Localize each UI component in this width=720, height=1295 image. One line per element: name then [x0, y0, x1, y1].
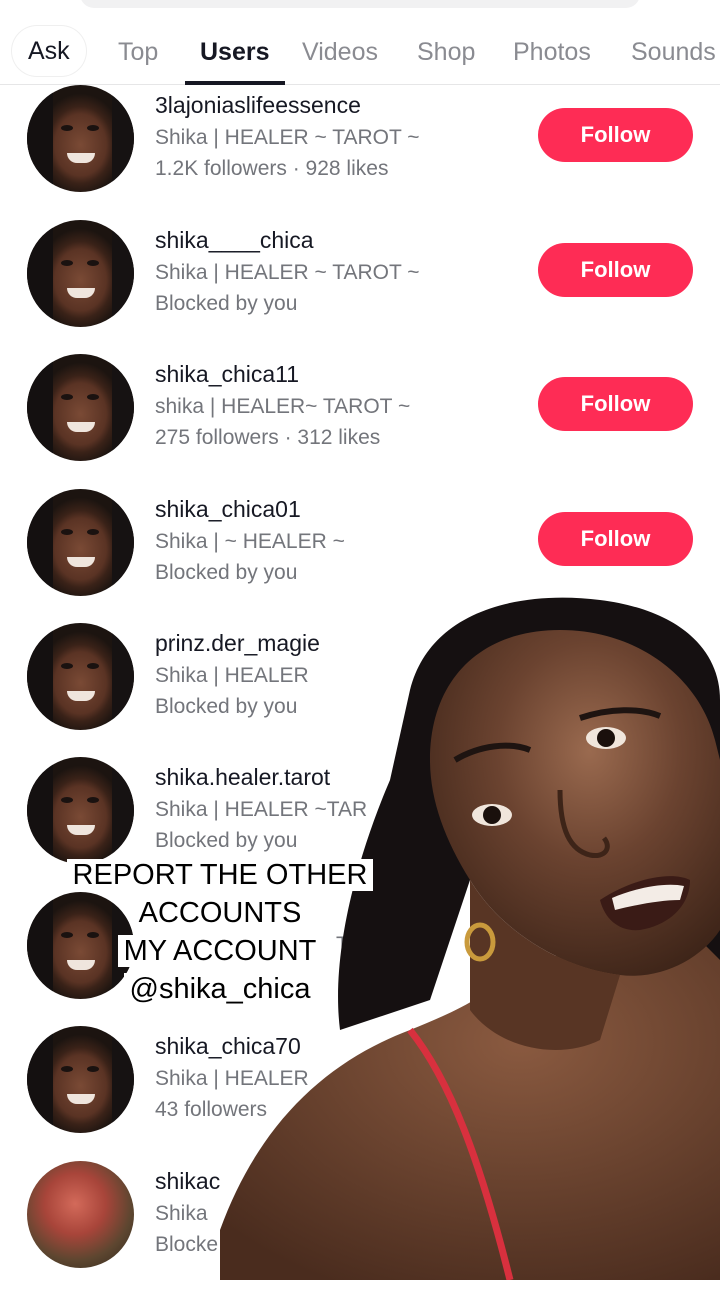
avatar[interactable] [27, 220, 134, 327]
user-bio: Shika | HEALER ~ TAROT ~ [155, 261, 420, 284]
tab-ask[interactable]: Ask [12, 26, 86, 76]
user-bio: Shika | HEALER [155, 1067, 309, 1090]
username: shika_chica70 [155, 1033, 301, 1059]
follow-button[interactable]: Follow [538, 108, 693, 162]
user-row[interactable]: prinz.der_magie Shika | HEALER Blocked b… [0, 623, 720, 757]
caption-line: ACCOUNTS [0, 894, 440, 932]
user-stats: Blocked by you [155, 292, 298, 315]
user-row[interactable]: 3lajonias​lifeessence Shika | HEALER ~ T… [0, 85, 720, 219]
follow-button[interactable]: Follow [538, 243, 693, 297]
tab-videos[interactable]: Videos [302, 20, 378, 84]
tab-sounds[interactable]: Sounds [631, 20, 716, 84]
user-row[interactable]: shika_chica11 shika | HEALER~ TAROT ~ 27… [0, 354, 720, 488]
user-row[interactable]: shika____chica Shika | HEALER ~ TAROT ~ … [0, 220, 720, 354]
user-stats: Blocked by you [155, 695, 298, 718]
user-stats: 1.2K followers · 928 likes [155, 157, 389, 180]
video-caption-overlay: REPORT THE OTHER ACCOUNTS MY ACCOUNT @sh… [0, 856, 440, 1008]
tab-top[interactable]: Top [118, 20, 158, 84]
avatar[interactable] [27, 489, 134, 596]
user-bio: Shika | HEALER ~ TAROT ~ [155, 126, 420, 149]
user-stats: Blocke [155, 1233, 219, 1256]
user-bio: shika | HEALER~ TAROT ~ [155, 395, 411, 418]
follow-button[interactable]: Follow [538, 377, 693, 431]
avatar[interactable] [27, 757, 134, 864]
follow-button[interactable]: Follow [538, 512, 693, 566]
avatar[interactable] [27, 85, 134, 192]
user-stats: 43 followers [155, 1098, 268, 1121]
user-bio: Shika [155, 1202, 208, 1225]
search-tabs: Ask Top Users Videos Shop Photos Sounds [0, 20, 720, 85]
tab-users[interactable]: Users [185, 20, 284, 85]
avatar[interactable] [27, 623, 134, 730]
caption-line: @shika_chica [0, 970, 440, 1008]
username: shika_chica11 [155, 361, 300, 387]
caption-line: REPORT THE OTHER [0, 856, 440, 894]
avatar[interactable] [27, 1026, 134, 1133]
username: shika.healer.tarot [155, 764, 331, 790]
follow-button[interactable]: Follow [538, 646, 693, 700]
user-stats: 275 followers · 312 likes [155, 426, 381, 449]
user-bio: Shika | HEALER [155, 664, 309, 687]
user-stats: Blocked by you [155, 561, 298, 584]
user-bio: Shika | ~ HEALER ~ [155, 530, 345, 553]
user-row[interactable]: shika_chica70 Shika | HEALER 43 follower… [0, 1026, 720, 1160]
username: shika_chica01 [155, 496, 301, 522]
tab-shop[interactable]: Shop [417, 20, 475, 84]
username: prinz.der_magie [155, 630, 320, 656]
avatar[interactable] [27, 354, 134, 461]
user-row[interactable]: shikac Shika Blocke [0, 1161, 720, 1295]
user-bio: Shika | HEALER ~TAR [155, 798, 368, 821]
caption-line: MY ACCOUNT [0, 932, 440, 970]
username: shikac [155, 1168, 221, 1194]
tab-photos[interactable]: Photos [513, 20, 591, 84]
username: 3lajonias​lifeessence [155, 92, 361, 118]
user-stats: Blocked by you [155, 829, 298, 852]
user-row[interactable]: shika_chica01 Shika | ~ HEALER ~ Blocked… [0, 489, 720, 623]
search-bar[interactable] [80, 0, 640, 8]
username: shika____chica [155, 227, 314, 253]
avatar[interactable] [27, 1161, 134, 1268]
